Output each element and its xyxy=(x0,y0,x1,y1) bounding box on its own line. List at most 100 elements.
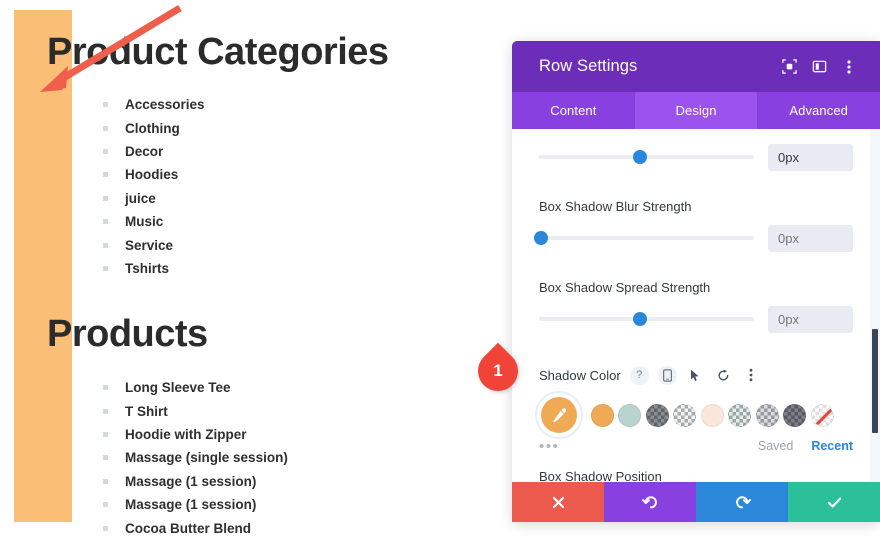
slider-row-partial xyxy=(539,143,853,171)
badge-number: 1 xyxy=(493,361,503,380)
label-box-shadow-position: Box Shadow Position xyxy=(539,469,662,482)
bullet-icon xyxy=(103,148,108,154)
page-title-products: Products xyxy=(47,313,208,355)
list-item[interactable]: Service xyxy=(103,233,205,256)
more-vertical-icon[interactable] xyxy=(742,366,761,385)
slider-thumb-spread[interactable] xyxy=(633,312,648,326)
shadow-color-header-row: Shadow Color ? xyxy=(539,363,853,387)
bullet-icon xyxy=(103,431,108,437)
list-item[interactable]: Accessories xyxy=(103,93,205,116)
list-item[interactable]: Massage (1 session) xyxy=(103,493,288,516)
hover-cursor-icon[interactable] xyxy=(686,366,705,385)
list-item-label: Hoodies xyxy=(125,167,179,183)
swatch-light-alpha[interactable] xyxy=(673,403,696,427)
tab-advanced[interactable]: Advanced xyxy=(757,92,880,129)
tab-design[interactable]: Design xyxy=(634,92,758,129)
tab-recent-colors[interactable]: Recent xyxy=(811,439,853,453)
color-swatch-row xyxy=(539,395,853,435)
bullet-icon xyxy=(103,502,108,508)
list-item-label: Massage (1 session) xyxy=(125,497,257,513)
bullet-icon xyxy=(103,408,108,414)
bullet-icon xyxy=(103,525,108,531)
bullet-icon xyxy=(103,125,108,131)
list-item[interactable]: Decor xyxy=(103,140,205,163)
list-item-label: Decor xyxy=(125,143,164,159)
slider-row-blur xyxy=(534,224,853,252)
bullet-icon xyxy=(103,385,108,391)
step-badge-1: 1 xyxy=(469,342,527,400)
layout-panel-icon[interactable] xyxy=(806,54,832,80)
list-item-label: Cocoa Butter Blend xyxy=(125,520,252,536)
label-box-shadow-spread: Box Shadow Spread Strength xyxy=(539,280,711,295)
list-item[interactable]: Tshirts xyxy=(103,257,205,280)
list-item[interactable]: Massage (single session) xyxy=(103,446,288,469)
slider-thumb-blur[interactable] xyxy=(534,231,549,245)
swatch-pale-alpha[interactable] xyxy=(728,403,751,427)
target-frame-icon[interactable] xyxy=(776,54,802,80)
row-settings-modal: Row Settings Content Design Advanced 0px… xyxy=(512,41,880,522)
list-item-label: Service xyxy=(125,237,174,253)
list-item-label: Clothing xyxy=(125,120,180,136)
list-item[interactable]: Hoodie with Zipper xyxy=(103,423,288,446)
swatch-orange[interactable] xyxy=(590,403,614,427)
cancel-button[interactable] xyxy=(512,482,604,522)
slider-row-spread xyxy=(539,305,853,333)
saved-recent-row: ••• Saved Recent xyxy=(539,435,853,457)
reset-icon[interactable] xyxy=(714,366,733,385)
slider-track-blur[interactable] xyxy=(534,231,754,245)
modal-titlebar: Row Settings xyxy=(512,41,880,92)
list-item-label: T Shirt xyxy=(125,403,168,419)
bullet-icon xyxy=(103,265,108,271)
list-item[interactable]: Long Sleeve Tee xyxy=(103,376,288,399)
modal-body: Box Shadow Blur Strength Box Shadow Spre… xyxy=(512,129,880,482)
modal-action-bar xyxy=(512,482,880,522)
list-item[interactable]: T Shirt xyxy=(103,399,288,422)
tab-content[interactable]: Content xyxy=(512,92,635,129)
eyedropper-swatch[interactable] xyxy=(541,397,577,433)
swatch-dark-alpha[interactable] xyxy=(645,403,669,427)
list-item[interactable]: juice xyxy=(103,187,205,210)
list-item-label: Massage (single session) xyxy=(125,450,288,466)
page-title-product-categories: Product Categories xyxy=(47,31,389,73)
modal-title: Row Settings xyxy=(539,57,638,75)
bullet-icon xyxy=(103,242,108,248)
swatch-mint[interactable] xyxy=(618,403,641,427)
slider-value-partial[interactable] xyxy=(768,143,853,171)
list-item[interactable]: Hoodies xyxy=(103,163,205,186)
list-item[interactable]: Clothing xyxy=(103,116,205,139)
bullet-icon xyxy=(103,219,108,225)
bullet-icon xyxy=(103,195,108,201)
list-item-label: Accessories xyxy=(125,97,205,113)
save-button[interactable] xyxy=(788,482,880,522)
swatch-charcoal-alpha[interactable] xyxy=(783,403,806,427)
label-box-shadow-blur: Box Shadow Blur Strength xyxy=(539,199,692,214)
list-item[interactable]: Music xyxy=(103,210,205,233)
more-swatches-button[interactable]: ••• xyxy=(539,439,758,454)
modal-scrollbar-track[interactable] xyxy=(870,129,880,482)
swatch-grey-alpha[interactable] xyxy=(755,403,779,427)
list-item-label: Massage (1 session) xyxy=(125,473,257,489)
modal-tabs: Content Design Advanced xyxy=(512,92,880,129)
slider-thumb-partial[interactable] xyxy=(633,150,648,164)
modal-scrollbar-thumb[interactable] xyxy=(872,329,878,433)
swatch-no-color[interactable] xyxy=(810,403,834,427)
list-item[interactable]: Massage (1 session) xyxy=(103,470,288,493)
tab-saved-colors[interactable]: Saved xyxy=(758,439,793,453)
list-item-label: Tshirts xyxy=(125,260,170,276)
product-categories-list: Accessories Clothing Decor Hoodies juice… xyxy=(103,93,205,280)
list-item-label: Music xyxy=(125,214,164,230)
slider-value-spread[interactable] xyxy=(768,305,853,333)
help-icon[interactable]: ? xyxy=(629,365,649,385)
responsive-mobile-icon[interactable] xyxy=(657,365,677,385)
swatch-cream[interactable] xyxy=(700,403,724,427)
list-item[interactable]: Cocoa Butter Blend xyxy=(103,516,288,539)
redo-button[interactable] xyxy=(696,482,788,522)
more-vertical-icon[interactable] xyxy=(836,54,862,80)
page-right-edge xyxy=(498,0,512,522)
bullet-icon xyxy=(103,102,108,108)
slider-track-spread[interactable] xyxy=(539,312,754,326)
undo-button[interactable] xyxy=(604,482,696,522)
slider-value-blur[interactable] xyxy=(768,224,853,252)
list-item-label: Long Sleeve Tee xyxy=(125,380,231,396)
slider-track-partial[interactable] xyxy=(539,150,754,164)
